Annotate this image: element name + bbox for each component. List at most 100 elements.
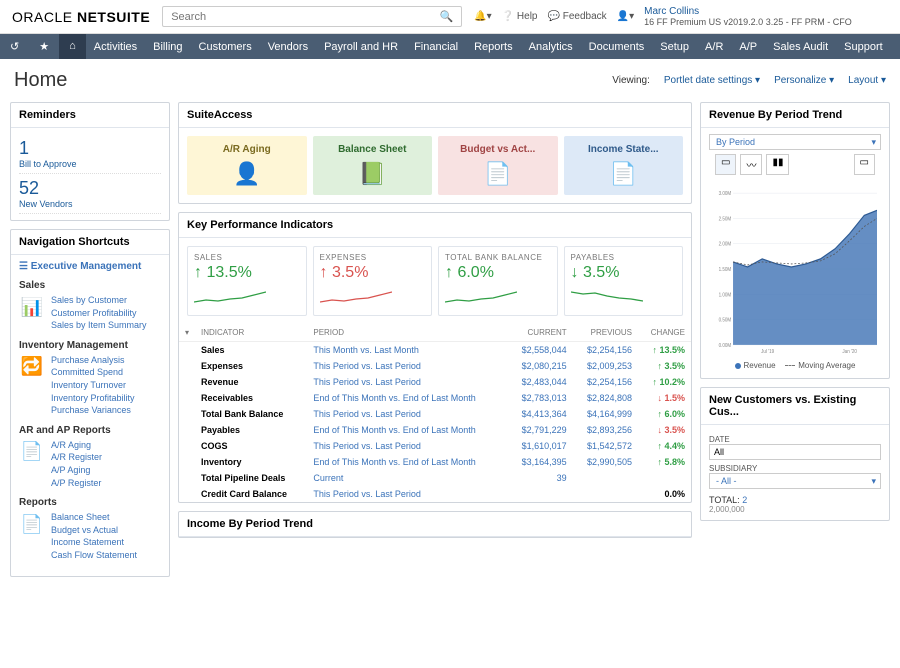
shortcut-link[interactable]: Balance Sheet — [51, 511, 137, 524]
area-chart-icon-2[interactable]: ▭ — [854, 154, 875, 175]
user-block[interactable]: Marc Collins 16 FF Premium US v2019.2.0 … — [644, 6, 852, 27]
shortcut-link[interactable]: Purchase Variances — [51, 404, 135, 417]
shortcut-link[interactable]: Customer Profitability — [51, 307, 147, 320]
section-icon: 📄 — [19, 439, 45, 465]
kpi-row[interactable]: ExpensesThis Period vs. Last Period$2,08… — [179, 358, 691, 374]
feedback-link[interactable]: 💬 Feedback — [548, 11, 607, 22]
star-icon[interactable]: ★ — [29, 34, 59, 59]
date-input[interactable] — [709, 444, 881, 460]
kpi-row[interactable]: Total Pipeline DealsCurrent39 — [179, 470, 691, 486]
tile-income-state-[interactable]: Income State...📄 — [564, 136, 684, 195]
shortcut-section: Reports📄Balance SheetBudget vs ActualInc… — [19, 497, 161, 561]
nav-financial[interactable]: Financial — [406, 35, 466, 59]
notifications-icon[interactable]: 🔔▾ — [474, 11, 491, 22]
personalize[interactable]: Personalize ▾ — [774, 75, 834, 86]
suiteaccess-portlet: SuiteAccess A/R Aging👤Balance Sheet📗Budg… — [178, 102, 692, 204]
revenue-chart: 3.00M 2.50M 2.00M 1.50M 1.00M 0.50M 0.00… — [709, 179, 881, 359]
shortcut-link[interactable]: Income Statement — [51, 536, 137, 549]
reminder-item[interactable]: 1Bill to Approve — [19, 134, 161, 174]
kpi-card[interactable]: SALES↑ 13.5% — [187, 246, 307, 316]
home-icon[interactable]: ⌂ — [59, 34, 86, 59]
bar-chart-icon[interactable]: ▮▮ — [766, 154, 789, 175]
layout[interactable]: Layout ▾ — [848, 75, 886, 86]
history-icon[interactable]: ↺ — [0, 34, 29, 59]
svg-text:Jul '19: Jul '19 — [761, 349, 774, 355]
tile-icon: 📄 — [484, 161, 511, 187]
shortcut-link[interactable]: A/R Aging — [51, 439, 102, 452]
kpi-card[interactable]: TOTAL BANK BALANCE↑ 6.0% — [438, 246, 558, 316]
tile-balance-sheet[interactable]: Balance Sheet📗 — [313, 136, 433, 195]
kpi-row[interactable]: PayablesEnd of This Month vs. End of Las… — [179, 422, 691, 438]
kpi-row[interactable]: Credit Card BalanceThis Period vs. Last … — [179, 486, 691, 502]
user-icon[interactable]: 👤▾ — [617, 11, 634, 22]
top-bar: ORACLE NETSUITE 🔍 🔔▾ ❔ Help 💬 Feedback 👤… — [0, 0, 900, 34]
kpi-row[interactable]: COGSThis Period vs. Last Period$1,610,01… — [179, 438, 691, 454]
kpi-card[interactable]: EXPENSES↑ 3.5% — [313, 246, 433, 316]
nav-sales-audit[interactable]: Sales Audit — [765, 35, 836, 59]
kpi-row[interactable]: RevenueThis Period vs. Last Period$2,483… — [179, 374, 691, 390]
tile-icon: 👤 — [233, 161, 260, 187]
shortcut-section: Inventory Management🔁Purchase AnalysisCo… — [19, 340, 161, 417]
reminder-item[interactable]: 52New Vendors — [19, 174, 161, 214]
reminders-title: Reminders — [11, 103, 169, 128]
exec-mgmt-link[interactable]: ☰ Executive Management — [19, 261, 161, 272]
nav-documents[interactable]: Documents — [581, 35, 653, 59]
svg-text:2.00M: 2.00M — [719, 242, 732, 248]
shortcut-link[interactable]: Purchase Analysis — [51, 354, 135, 367]
nav-icon-group: ↺ ★ ⌂ — [0, 34, 86, 59]
area-chart-icon[interactable]: ▭ — [715, 154, 736, 175]
kpi-row[interactable]: InventoryEnd of This Month vs. End of La… — [179, 454, 691, 470]
svg-text:Jan '20: Jan '20 — [842, 349, 857, 355]
search-icon[interactable]: 🔍 — [440, 10, 454, 23]
nav-billing[interactable]: Billing — [145, 35, 190, 59]
svg-text:1.50M: 1.50M — [719, 267, 732, 273]
search-input[interactable] — [171, 11, 439, 23]
kpi-card[interactable]: PAYABLES↓ 3.5% — [564, 246, 684, 316]
tile-budget-vs-act-[interactable]: Budget vs Act...📄 — [438, 136, 558, 195]
shortcut-link[interactable]: A/R Register — [51, 451, 102, 464]
nav-payroll-and-hr[interactable]: Payroll and HR — [316, 35, 406, 59]
kpi-title: Key Performance Indicators — [179, 213, 691, 238]
period-dropdown[interactable]: By Period — [709, 134, 881, 150]
kpi-row[interactable]: ReceivablesEnd of This Month vs. End of … — [179, 390, 691, 406]
reminders-portlet: Reminders 1Bill to Approve52New Vendors — [10, 102, 170, 221]
shortcut-link[interactable]: A/P Aging — [51, 464, 102, 477]
nav-reports[interactable]: Reports — [466, 35, 521, 59]
svg-text:2.50M: 2.50M — [719, 216, 732, 222]
nav-customers[interactable]: Customers — [191, 35, 260, 59]
nav-activities[interactable]: Activities — [86, 35, 145, 59]
right-column: Revenue By Period Trend By Period ▭ 〰 ▮▮… — [700, 102, 890, 577]
nav-a-p[interactable]: A/P — [731, 35, 765, 59]
line-chart-icon[interactable]: 〰 — [740, 154, 762, 175]
kpi-row[interactable]: Total Bank BalanceThis Period vs. Last P… — [179, 406, 691, 422]
help-link[interactable]: ❔ Help — [502, 11, 538, 22]
shortcut-link[interactable]: Sales by Customer — [51, 294, 147, 307]
nav-analytics[interactable]: Analytics — [521, 35, 581, 59]
shortcut-link[interactable]: Inventory Profitability — [51, 392, 135, 405]
shortcut-link[interactable]: Budget vs Actual — [51, 524, 137, 537]
section-icon: 🔁 — [19, 354, 45, 380]
svg-text:3.00M: 3.00M — [719, 191, 732, 197]
portlet-date-settings[interactable]: Portlet date settings ▾ — [664, 75, 760, 86]
search-box[interactable]: 🔍 — [162, 6, 462, 27]
new-customers-title: New Customers vs. Existing Cus... — [701, 388, 889, 425]
kpi-table: ▾INDICATORPERIODCURRENTPREVIOUSCHANGE Sa… — [179, 324, 691, 502]
shortcut-link[interactable]: Cash Flow Statement — [51, 549, 137, 562]
nav-a-r[interactable]: A/R — [697, 35, 731, 59]
svg-text:0.00M: 0.00M — [719, 343, 732, 349]
nav-vendors[interactable]: Vendors — [260, 35, 316, 59]
shortcut-link[interactable]: Inventory Turnover — [51, 379, 135, 392]
total-row: TOTAL: 2 — [709, 495, 881, 505]
subsidiary-dropdown[interactable]: - All - — [709, 473, 881, 489]
nav-support[interactable]: Support — [836, 35, 891, 59]
tile-a-r-aging[interactable]: A/R Aging👤 — [187, 136, 307, 195]
nav-items: ActivitiesBillingCustomersVendorsPayroll… — [86, 35, 891, 59]
kpi-row[interactable]: SalesThis Month vs. Last Month$2,558,044… — [179, 342, 691, 359]
shortcut-link[interactable]: Sales by Item Summary — [51, 319, 147, 332]
shortcut-link[interactable]: Committed Spend — [51, 366, 135, 379]
subsidiary-label: SUBSIDIARY — [709, 464, 881, 473]
page-title: Home — [14, 69, 67, 92]
user-name: Marc Collins — [644, 6, 852, 17]
shortcut-link[interactable]: A/P Register — [51, 477, 102, 490]
nav-setup[interactable]: Setup — [652, 35, 697, 59]
